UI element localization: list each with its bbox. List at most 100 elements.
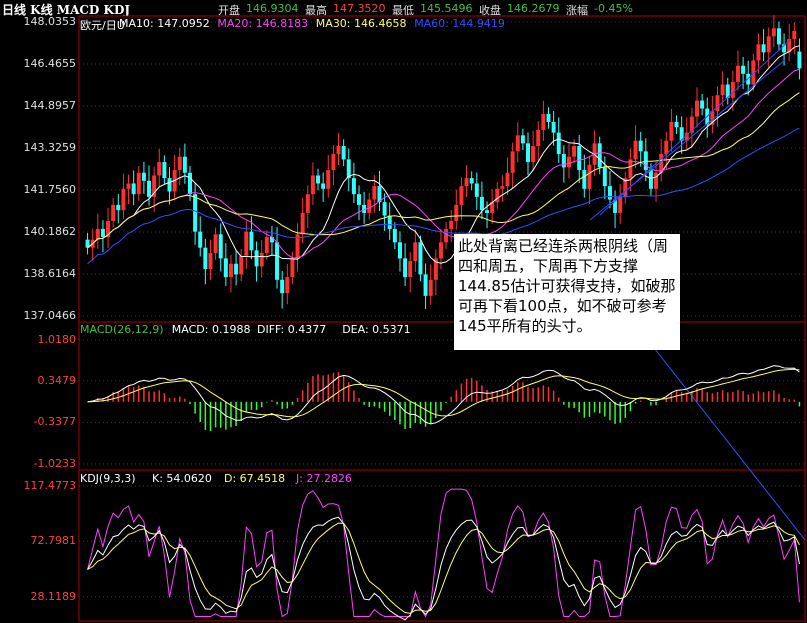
candle-body-18 [177,156,182,171]
macd-legend-2: DIFF: 0.4377 [257,323,327,336]
candle-body-133 [766,36,771,53]
macd-legend-3: DEA: 0.5371 [342,323,411,336]
kdj-legend-1: K: 54.0620 [152,472,212,485]
kdj-ytick-2: 28.1189 [30,589,77,603]
candle-body-86 [526,143,531,163]
main-ytick-3: 143.3259 [23,140,77,154]
candle-body-58 [382,202,387,216]
candle-body-109 [643,151,648,171]
candle-body-11 [141,172,146,181]
candle-body-55 [367,199,372,213]
candle-body-8 [126,183,131,189]
candle-body-119 [695,100,700,117]
candle-body-135 [776,28,781,45]
main-ytick-7: 137.0466 [23,309,77,322]
candle-body-110 [648,170,653,189]
candle-body-20 [187,172,192,195]
kdj-j-line [87,488,800,618]
trend-line-2 [589,59,786,221]
candle-body-78 [485,210,490,213]
candle-body-43 [305,194,310,213]
candle-body-107 [633,140,638,160]
candle-body-98 [587,164,592,189]
candle-body-14 [157,162,162,176]
candle-body-38 [280,279,285,294]
candle-body-91 [551,121,556,133]
candle-body-81 [500,186,505,189]
candle-body-50 [341,146,346,160]
candle-body-70 [444,228,449,243]
candle-body-63 [408,261,413,278]
candle-body-44 [310,175,315,195]
candle-body-42 [300,212,305,235]
candle-body-9 [131,183,136,195]
candle-body-76 [474,183,479,197]
candle-body-92 [556,132,561,155]
macd-legend-0: MACD(26,12,9) [80,323,164,336]
candle-body-115 [674,121,679,128]
candle-body-77 [479,196,484,211]
candle-body-138 [792,30,797,39]
candle-body-93 [561,154,566,168]
macd-dea-line [87,368,800,418]
kdj-legend-0: KDJ(9,3,3) [80,472,136,485]
candle-body-95 [572,146,577,157]
candle-body-114 [669,121,674,141]
candle-body-85 [520,135,525,144]
candle-body-62 [403,258,408,278]
candle-body-126 [730,81,735,98]
candle-body-26 [218,234,223,259]
candle-body-22 [198,231,203,248]
main-ytick-2: 144.8957 [23,98,77,112]
candle-body-72 [454,204,459,221]
candle-body-5 [111,204,116,221]
chart-canvas[interactable] [0,0,807,623]
candle-body-131 [756,44,761,61]
candle-body-83 [510,151,515,173]
candle-body-132 [761,44,766,53]
candle-body-30 [239,255,244,275]
candle-body-134 [771,28,776,37]
main-ytick-4: 141.7560 [23,183,77,196]
candle-body-74 [464,178,469,187]
candle-body-66 [423,274,428,296]
candle-body-31 [244,231,249,256]
candle-body-124 [720,84,725,96]
candle-body-37 [275,242,280,280]
candle-body-88 [536,129,541,147]
candle-body-89 [541,113,546,130]
candle-body-71 [449,220,454,229]
candle-body-127 [735,65,740,82]
annotation-note: 此处背离已经连杀两根阴线（周四和周五，下周再下方支撑144.85估计可获得支持，… [454,234,680,350]
kdj-legend-3: J: 27.2826 [296,472,352,485]
candle-body-128 [741,65,746,74]
trend-line-3 [639,329,806,541]
candle-body-101 [602,167,607,187]
kdj-d-line [87,522,800,614]
candle-body-23 [203,247,208,270]
kdj-ytick-0: 117.4773 [23,479,77,492]
candle-body-3 [100,228,105,237]
candle-body-2 [95,228,100,240]
macd-ytick-0: 1.0180 [37,333,77,346]
candle-body-24 [208,253,213,270]
candle-body-80 [495,188,500,203]
candle-body-139 [797,51,802,69]
candle-body-32 [249,231,254,251]
candle-body-49 [336,146,341,155]
macd-ytick-3: -1.0233 [33,457,76,470]
candle-body-53 [356,194,361,205]
pane-frame-0 [78,15,806,323]
candle-body-64 [413,242,418,262]
candle-body-96 [577,146,582,171]
candle-body-46 [321,183,326,189]
candle-body-52 [351,178,356,195]
candle-body-25 [213,234,218,254]
candle-body-16 [167,178,172,192]
main-legend-1: MA10: 147.0952 [119,17,210,30]
main-ytick-0: 148.0353 [23,15,77,28]
candle-body-104 [618,196,623,213]
kdj-k-line [87,516,800,621]
candle-body-7 [121,188,126,211]
candle-body-73 [459,186,464,205]
